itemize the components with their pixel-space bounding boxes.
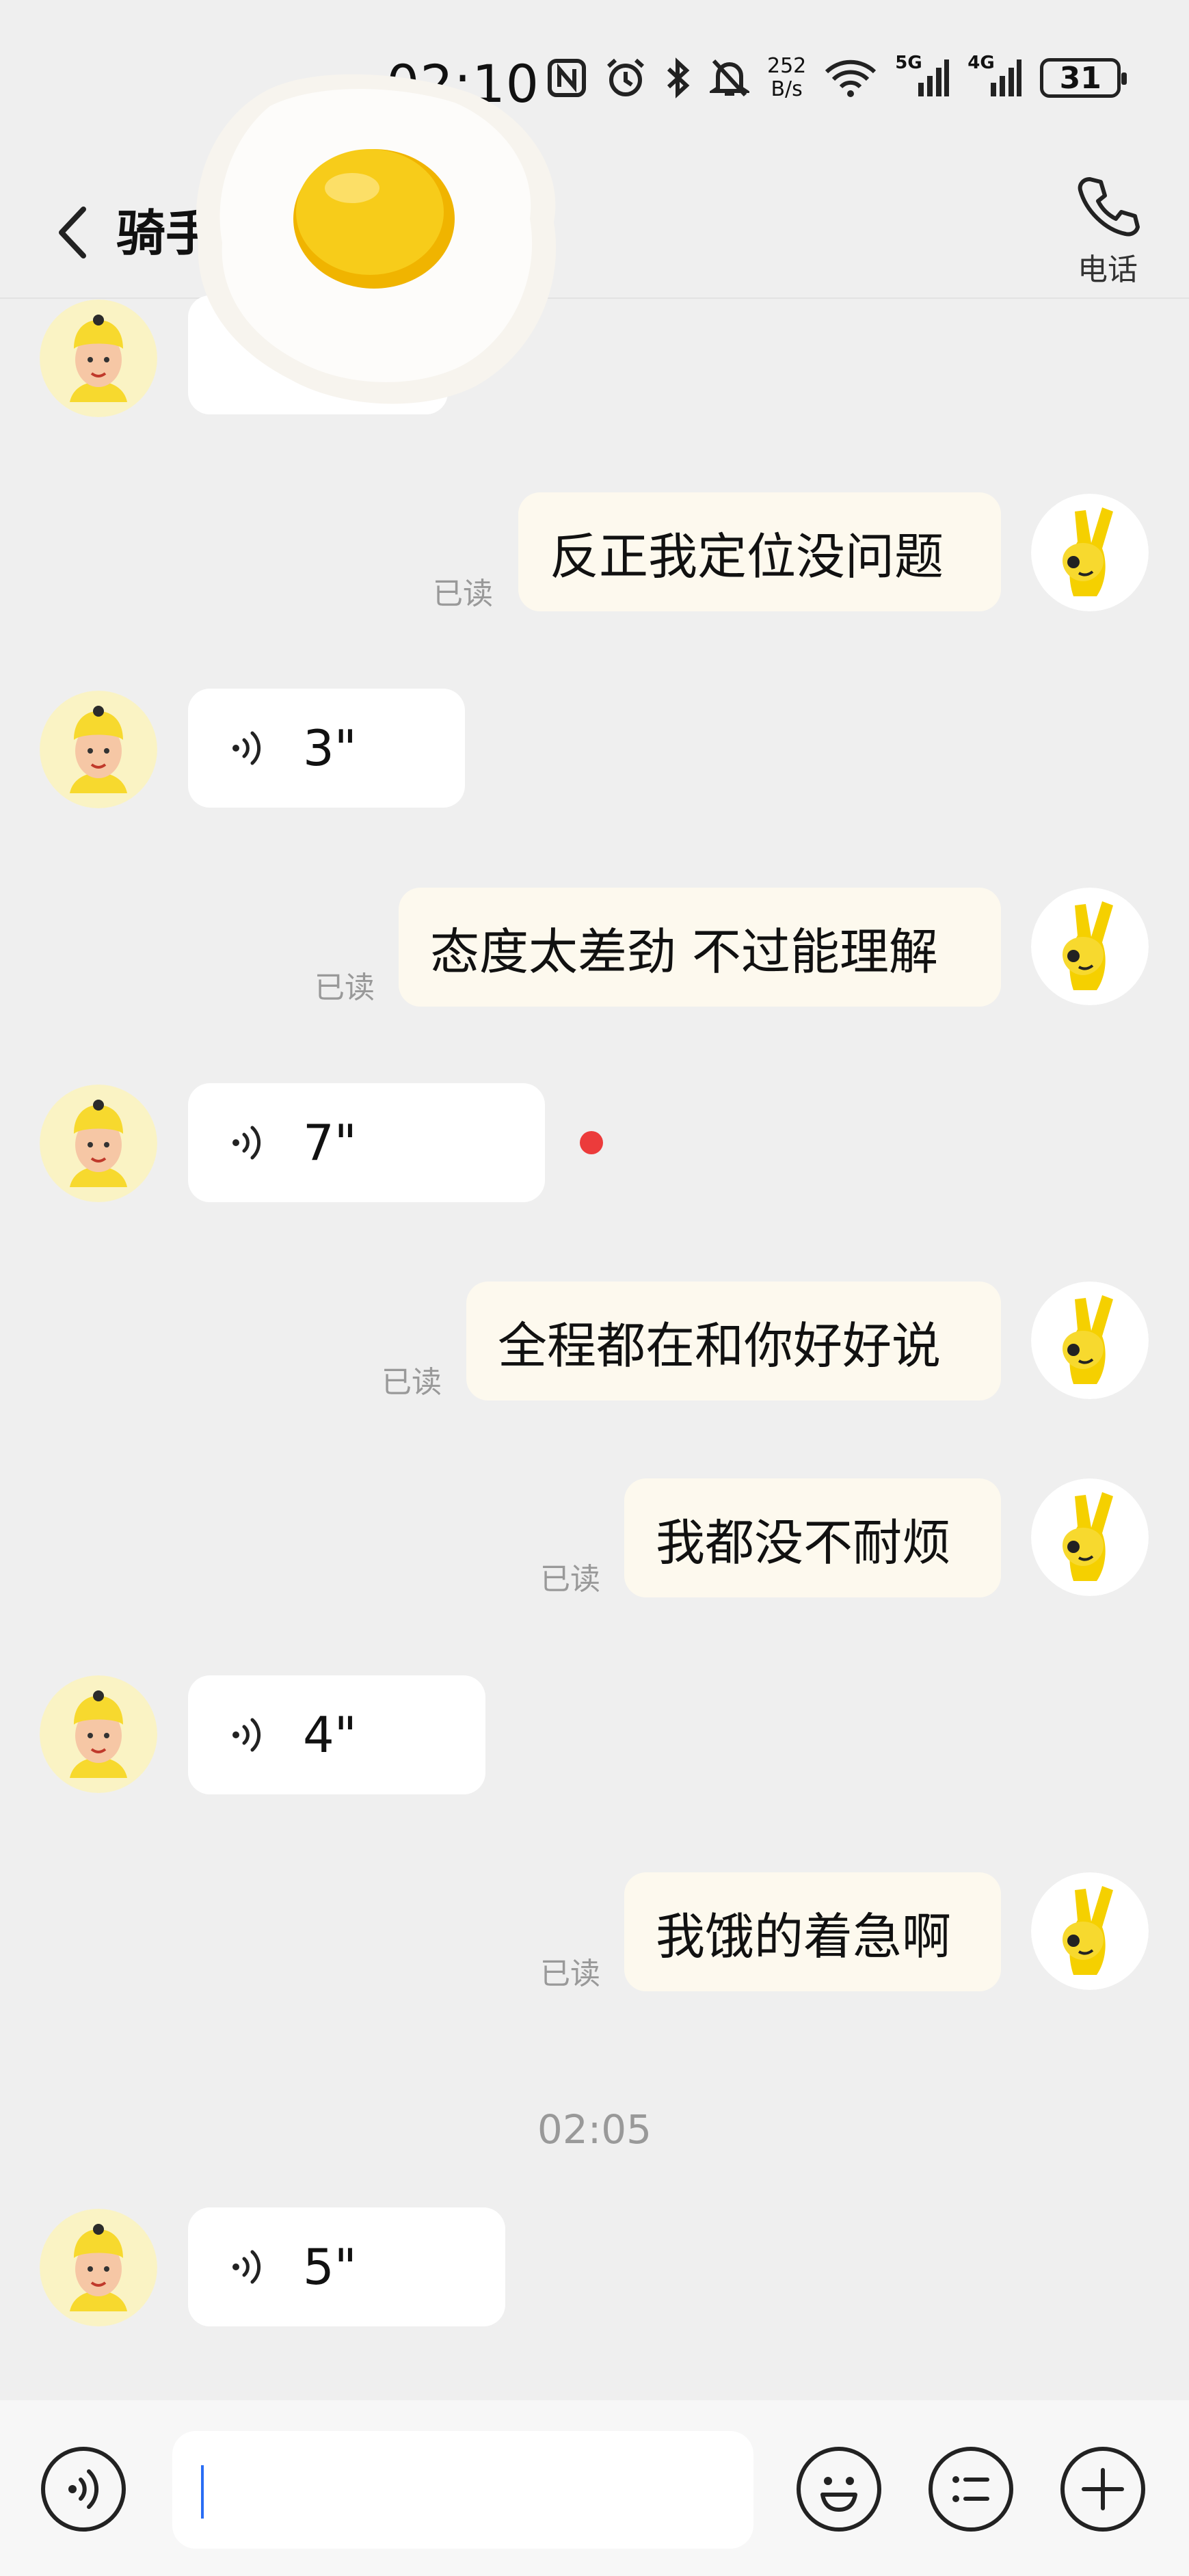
voice-wave-icon [232, 1126, 261, 1160]
rider-avatar[interactable] [40, 691, 157, 808]
text-cursor [201, 2465, 204, 2519]
battery-level: 31 [1059, 60, 1101, 96]
network-speed: 252 B/s [767, 55, 806, 101]
message-bubble-outgoing[interactable]: 全程都在和你好好说 [466, 1282, 1001, 1400]
rider-avatar[interactable] [40, 2209, 157, 2326]
voice-wave-icon [232, 731, 261, 765]
signal-5g: 5G [895, 53, 950, 99]
message-text: 全程都在和你好好说 [498, 1316, 941, 1375]
alarm-icon [606, 58, 645, 96]
unread-dot [580, 1131, 603, 1154]
read-receipt: 已读 [540, 1562, 600, 1597]
voice-message[interactable]: 4" [188, 1675, 485, 1794]
message-text: 态度太差劲 不过能理解 [430, 922, 938, 981]
message-text: 我饿的着急啊 [656, 1907, 952, 1965]
my-avatar[interactable] [1031, 1478, 1149, 1596]
voice-duration: 3" [303, 719, 357, 777]
list-icon [952, 2476, 989, 2502]
phone-icon [1078, 177, 1140, 237]
fried-egg-sticker [196, 74, 557, 404]
status-icons: 252 B/s 5G 4G 31 [547, 53, 1127, 101]
read-receipt: 已读 [315, 970, 375, 1005]
time-separator: 02:05 [537, 2106, 652, 2153]
message-bubble-outgoing[interactable]: 我饿的着急啊 [624, 1872, 1001, 1991]
bluetooth-icon [667, 57, 690, 98]
my-avatar[interactable] [1031, 1282, 1149, 1399]
voice-input-button[interactable] [41, 2447, 126, 2532]
message-bubble-outgoing[interactable]: 反正我定位没问题 [518, 492, 1001, 611]
call-button[interactable]: 电话 [1063, 171, 1152, 287]
smiley-icon [820, 2477, 857, 2512]
chevron-left-icon [59, 207, 86, 258]
my-avatar[interactable] [1031, 888, 1149, 1005]
voice-message[interactable]: 7" [188, 1083, 545, 1202]
input-bar [0, 2400, 1189, 2576]
rider-avatar[interactable] [40, 1085, 157, 1202]
my-avatar[interactable] [1031, 494, 1149, 611]
signal-4g: 4G [967, 53, 1022, 99]
rider-avatar[interactable] [40, 300, 157, 417]
plus-icon [1082, 2468, 1124, 2510]
wifi-icon [825, 59, 877, 97]
voice-duration: 5" [303, 2238, 357, 2296]
rider-avatar[interactable] [40, 1675, 157, 1793]
voice-message[interactable]: 3" [188, 689, 465, 808]
network-speed-value: 252 [767, 54, 807, 78]
mute-icon [710, 59, 749, 97]
signal-4g-label: 4G [967, 53, 995, 73]
voice-wave-icon [232, 1718, 261, 1752]
status-bar: 02:10 252 B/s 5G 4G 31 [0, 0, 1189, 171]
signal-5g-label: 5G [895, 53, 922, 73]
message-text: 我都没不耐烦 [656, 1513, 952, 1571]
my-avatar[interactable] [1031, 1872, 1149, 1990]
voice-message[interactable]: 5" [188, 2207, 505, 2326]
voice-wave-icon [68, 2469, 99, 2509]
read-receipt: 已读 [433, 576, 493, 611]
message-text: 反正我定位没问题 [550, 527, 944, 585]
message-input[interactable] [172, 2431, 753, 2549]
back-button[interactable] [48, 198, 103, 267]
voice-duration: 7" [303, 1114, 357, 1171]
call-label: 电话 [1078, 252, 1138, 287]
network-speed-unit: B/s [771, 77, 803, 101]
message-bubble-outgoing[interactable]: 态度太差劲 不过能理解 [399, 888, 1001, 1007]
voice-duration: 4" [303, 1706, 357, 1764]
voice-wave-icon [232, 2250, 261, 2284]
battery-icon: 31 [1040, 58, 1127, 98]
message-bubble-outgoing[interactable]: 我都没不耐烦 [624, 1478, 1001, 1597]
read-receipt: 已读 [382, 1365, 442, 1400]
quick-reply-button[interactable] [929, 2447, 1013, 2532]
read-receipt: 已读 [540, 1956, 600, 1991]
more-button[interactable] [1060, 2447, 1145, 2532]
emoji-button[interactable] [797, 2447, 881, 2532]
chat-header: 骑手 电话 [0, 171, 1189, 299]
